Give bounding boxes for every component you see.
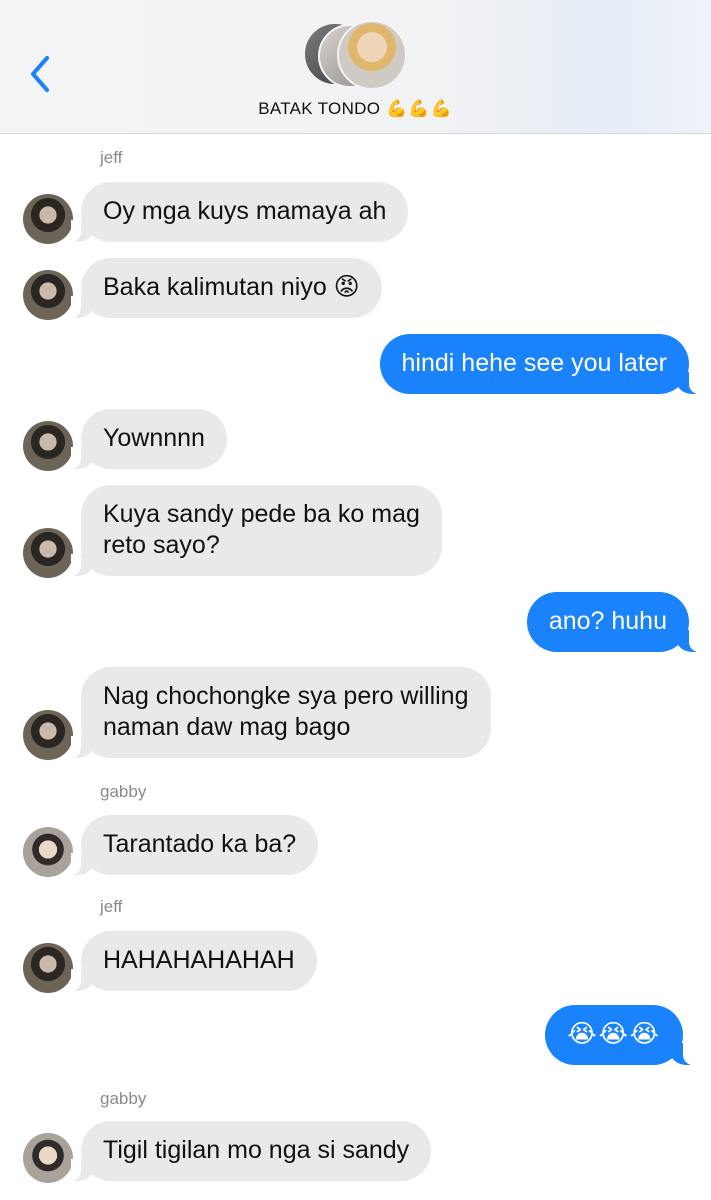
avatar[interactable] xyxy=(23,943,73,993)
message-bubble[interactable]: Yownnnn xyxy=(71,409,227,469)
message-bubble[interactable]: Tarantado ka ba? xyxy=(70,815,319,875)
message-bubble[interactable]: Nag chochongke sya pero willing naman da… xyxy=(71,667,491,758)
chevron-left-icon xyxy=(31,56,49,92)
avatar[interactable] xyxy=(23,827,73,877)
message-bubble[interactable]: hindi hehe see you later xyxy=(379,334,700,394)
message-bubble[interactable]: Tigil tigilan mo nga si sandy xyxy=(70,1121,432,1181)
sender-name: jeff xyxy=(100,897,123,916)
avatar[interactable] xyxy=(23,421,73,471)
message-bubble[interactable]: Kuya sandy pede ba ko mag reto sayo? xyxy=(71,485,442,576)
message-list[interactable]: jeff Oy mga kuys mamaya ah Baka kalimuta… xyxy=(0,134,711,1200)
flexed-biceps-emoji: 💪💪💪 xyxy=(386,99,453,118)
back-button[interactable] xyxy=(22,52,58,96)
avatar[interactable] xyxy=(23,270,73,320)
message-bubble[interactable]: Baka kalimutan niyo 😡 xyxy=(71,258,382,318)
sender-name: jeff xyxy=(100,148,123,167)
chat-header: BATAK TONDO 💪💪💪 xyxy=(0,0,711,134)
avatar[interactable] xyxy=(23,710,73,760)
group-member-avatar xyxy=(337,20,407,90)
sender-name: gabby xyxy=(100,782,147,801)
avatar[interactable] xyxy=(23,1133,73,1183)
group-avatar-stack[interactable] xyxy=(303,20,409,92)
avatar[interactable] xyxy=(23,528,73,578)
message-bubble[interactable]: Oy mga kuys mamaya ah xyxy=(70,182,409,242)
message-bubble[interactable]: ano? huhu xyxy=(526,592,700,652)
message-bubble[interactable]: 😭😭😭 xyxy=(545,1005,693,1065)
message-bubble[interactable]: HAHAHAHAHAH xyxy=(71,931,317,991)
sender-name: gabby xyxy=(100,1089,147,1108)
group-title-text: BATAK TONDO xyxy=(258,99,381,118)
avatar[interactable] xyxy=(23,194,73,244)
group-title[interactable]: BATAK TONDO 💪💪💪 xyxy=(0,99,711,119)
